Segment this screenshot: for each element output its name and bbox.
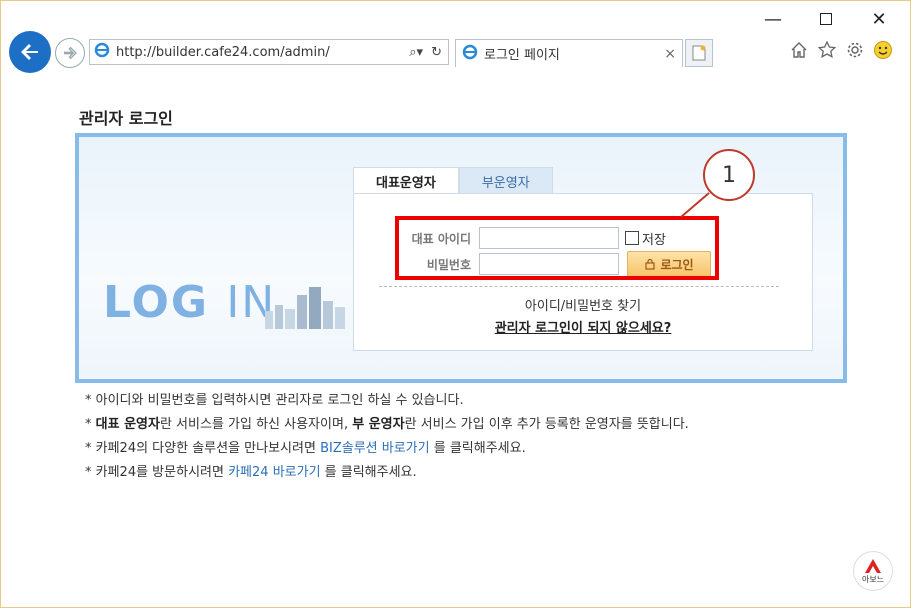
note-4: * 카페24를 방문하시려면 카페24 바로가기 를 클릭해주세요. <box>85 465 417 480</box>
new-tab-button[interactable] <box>685 39 713 67</box>
brand-a-icon <box>865 558 881 573</box>
ie-icon <box>94 42 110 62</box>
city-skyline-image <box>265 287 345 329</box>
forward-arrow-icon <box>64 46 77 60</box>
notes: * 아이디와 비밀번호를 입력하시면 관리자로 로그인 하실 수 있습니다. *… <box>85 389 689 485</box>
note-2: * 대표 운영자란 서비스를 가입 하신 사용자이며, 부 운영자란 서비스 가… <box>85 417 689 432</box>
maximize-button[interactable] <box>806 9 846 30</box>
login-help-link[interactable]: 관리자 로그인이 되지 않으세요? <box>353 317 813 336</box>
corner-logo: 아보느 <box>853 551 893 591</box>
url-text: http://builder.cafe24.com/admin/ <box>116 44 330 60</box>
forward-button[interactable] <box>55 38 85 68</box>
callout-number-badge: 1 <box>703 149 755 201</box>
page-title: 관리자 로그인 <box>79 109 173 128</box>
find-id-password-link[interactable]: 아이디/비밀번호 찾기 <box>353 295 813 314</box>
smiley-icon[interactable] <box>873 39 893 61</box>
highlight-box <box>395 216 719 280</box>
divider <box>379 286 779 287</box>
cafe24-link[interactable]: 카페24 바로가기 <box>228 465 320 480</box>
close-window-button[interactable]: ✕ <box>859 9 899 30</box>
login-logo: LOG IN <box>103 277 277 328</box>
address-bar[interactable]: http://builder.cafe24.com/admin/ ⌕▾ ↻ <box>89 39 449 65</box>
biz-solution-link[interactable]: BIZ솔루션 바로가기 <box>320 441 430 456</box>
favorites-star-icon[interactable] <box>817 39 837 61</box>
new-tab-icon <box>692 45 706 61</box>
back-button[interactable] <box>9 31 51 73</box>
tab-main-operator[interactable]: 대표운영자 <box>353 167 459 195</box>
back-arrow-icon <box>21 44 38 60</box>
minimize-button[interactable]: — <box>753 9 793 30</box>
note-3: * 카페24의 다양한 솔루션을 만나보시려면 BIZ솔루션 바로가기 를 클릭… <box>85 441 526 456</box>
tab-close-icon[interactable]: × <box>664 46 676 62</box>
gear-icon[interactable] <box>845 39 865 61</box>
browser-window: — ✕ http://builder.cafe24.com/admin/ ⌕▾ … <box>0 0 911 608</box>
tab-sub-operator[interactable]: 부운영자 <box>458 167 553 195</box>
tab-title: 로그인 페이지 <box>484 48 560 63</box>
browser-tab[interactable]: 로그인 페이지 × <box>455 39 683 67</box>
ie-icon <box>462 44 478 64</box>
note-1: * 아이디와 비밀번호를 입력하시면 관리자로 로그인 하실 수 있습니다. <box>85 393 464 408</box>
home-icon[interactable] <box>789 39 809 61</box>
search-icon[interactable]: ⌕▾ <box>409 45 423 60</box>
refresh-icon[interactable]: ↻ <box>431 45 442 60</box>
